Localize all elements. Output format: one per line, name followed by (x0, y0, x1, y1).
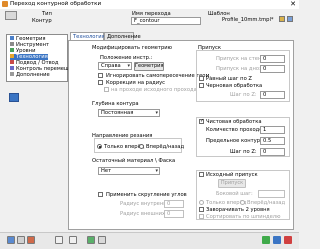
tool-path-icon[interactable] (98, 236, 106, 244)
template-open-icon[interactable] (279, 16, 285, 22)
sort-by-tool-checkbox[interactable] (199, 214, 204, 219)
motion-control-icon (10, 66, 14, 70)
wall-allowance-input[interactable]: 0 (260, 55, 285, 63)
rest-material-label: Остаточный материал \ Фаска (92, 158, 176, 164)
app-icon (2, 1, 8, 7)
original-passage-label: на проходе исходного прохода (111, 87, 197, 93)
ok-icon[interactable] (262, 236, 270, 244)
simulate-icon[interactable] (55, 236, 63, 244)
floor-allowance-input[interactable]: 0 (260, 65, 285, 73)
contour-step-input[interactable]: 0.5 (260, 137, 285, 145)
operation-name-input[interactable]: F_contour (131, 17, 201, 25)
technology-icon (10, 54, 14, 58)
tab-extra[interactable]: Дополнение (104, 32, 141, 40)
forward-only-radio[interactable] (97, 144, 102, 149)
radius-correction-label: Коррекция на радиус (106, 80, 166, 86)
print-icon[interactable] (17, 236, 25, 244)
apply-icon[interactable] (273, 236, 281, 244)
inner-radius-input[interactable]: 0 (164, 200, 184, 208)
stock-zigzag-radio[interactable] (240, 200, 245, 205)
finishing-checkbox[interactable] (199, 118, 204, 124)
save-icon[interactable] (7, 236, 15, 244)
ignore-self-intersect-checkbox[interactable] (98, 73, 103, 78)
bottom-toolbar (0, 232, 299, 249)
finishing-step-z-input[interactable]: 0 (260, 148, 285, 156)
zigzag-radio[interactable] (139, 144, 144, 149)
zigzag-label: Вперёд/назад (146, 144, 185, 150)
type-value: Контур (32, 18, 52, 24)
geometry-button[interactable]: Геометрия (134, 62, 164, 71)
lead-2-levels-label: Заворачивать 2 уровня (206, 207, 270, 213)
radius-correction-checkbox[interactable] (98, 80, 103, 85)
rest-material-select[interactable]: Нет ▾ (98, 167, 160, 175)
chevron-down-icon: ▾ (127, 63, 130, 69)
side-step-input[interactable] (258, 190, 285, 198)
window-title: Переход контурной обработки (10, 1, 102, 7)
levels-icon (10, 48, 14, 52)
tab-technology[interactable]: Технология (70, 32, 105, 40)
layout-toggle-icon[interactable] (9, 93, 19, 102)
outer-radius-label: Радиус внешних: (120, 211, 167, 217)
passes-count-label: Количество проходов: (206, 127, 268, 133)
cancel-icon[interactable] (284, 236, 292, 244)
tool-position-label: Положение инстр.: (100, 55, 153, 61)
equal-step-label: Равный шаг по Z (206, 76, 252, 82)
sort-by-tool-label: Сортировать по шпинделю (206, 214, 281, 220)
template-save-icon[interactable] (287, 16, 293, 22)
floor-allowance-label: Припуск на дно: (216, 66, 261, 72)
close-icon[interactable]: ✕ (290, 0, 296, 8)
stock-label: Исходный припуск (206, 172, 258, 178)
rough-step-z-input[interactable]: 0 (260, 91, 285, 99)
chevron-down-icon: ▾ (155, 168, 158, 174)
side-step-label: Боковой шаг: (216, 191, 253, 197)
original-passage-checkbox[interactable] (104, 87, 109, 92)
stock-zigzag-label: Вперёд/назад (247, 200, 286, 206)
contour-depth-select[interactable]: Постоянная ▾ (98, 109, 160, 117)
calculate-icon[interactable] (69, 236, 77, 244)
operation-type-icon (5, 11, 17, 20)
finishing-label: Чистовая обработка (206, 119, 262, 125)
plus-icon (10, 72, 14, 76)
section-tree: Геометрия Инструмент Уровни Технология П… (6, 34, 70, 82)
approach-icon (10, 60, 14, 64)
tool-icon (10, 42, 14, 46)
rough-finish-checkbox[interactable] (199, 83, 204, 88)
stock-forward-radio[interactable] (199, 200, 204, 205)
corner-rounding-checkbox[interactable] (98, 192, 103, 197)
modify-geometry-label: Модифицировать геометрию (92, 45, 172, 51)
tree-item-extra[interactable]: Дополнение (10, 72, 50, 78)
finishing-step-z-label: Шаг по Z: (230, 149, 257, 155)
stock-checkbox[interactable] (199, 172, 204, 177)
rough-finish-label: Черновая обработка (206, 83, 263, 89)
outer-radius-input[interactable]: 0 (164, 210, 184, 218)
copy-icon[interactable] (27, 236, 35, 244)
refresh-icon[interactable] (87, 236, 95, 244)
lead-2-levels-checkbox[interactable] (199, 207, 204, 212)
chevron-down-icon: ▾ (155, 110, 158, 116)
type-label: Тип (42, 11, 52, 17)
template-value: Profile_10mm.tmpl* (222, 17, 274, 23)
stock-button[interactable]: Припуск (218, 179, 246, 188)
contour-depth-label: Глубина контура (92, 101, 139, 107)
passes-count-input[interactable]: 1 (260, 126, 285, 134)
tool-position-select[interactable]: Справа ▾ (98, 62, 132, 70)
equal-step-checkbox[interactable] (199, 76, 204, 81)
geometry-icon (10, 36, 14, 40)
rough-step-z-label: Шаг по Z: (230, 92, 257, 98)
corner-rounding-label: Применить скругление углов (106, 192, 187, 198)
